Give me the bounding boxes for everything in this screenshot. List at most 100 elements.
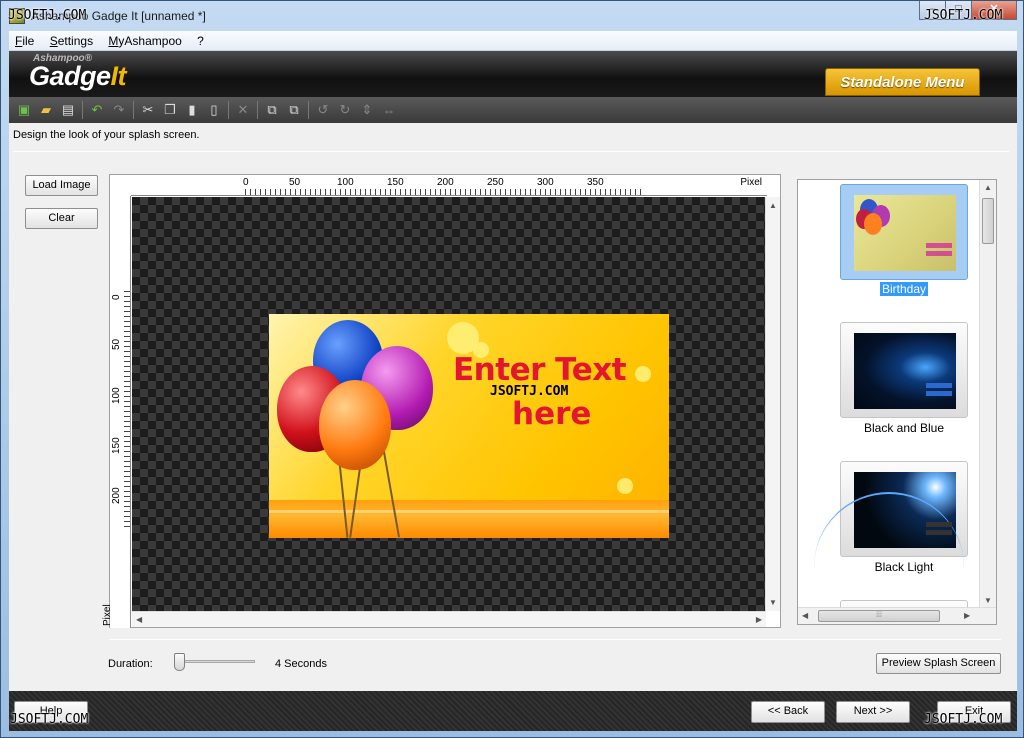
menu-myashampoo[interactable]: MyAshampoo	[102, 31, 187, 51]
scroll-right-icon[interactable]: ▶	[964, 611, 970, 620]
divider	[13, 151, 1009, 152]
menu-help[interactable]: ?	[191, 31, 210, 51]
scrollbar-thumb[interactable]	[982, 198, 994, 244]
template-thumbnail	[814, 472, 964, 548]
balloon-orange	[319, 380, 391, 470]
title-bar[interactable]: Ashampoo Gadge It [unnamed *] – □ ✕	[1, 1, 1023, 31]
splash-image[interactable]: Enter Text JSOFTJ.COM here	[269, 314, 669, 538]
save-icon[interactable]: ▤	[59, 101, 77, 119]
flip-horizontal-icon[interactable]: ⇔	[380, 101, 398, 119]
watermark-text: JSOFTJ.COM	[8, 8, 87, 23]
undo-icon[interactable]: ↶	[88, 101, 106, 119]
template-black-and-blue[interactable]	[840, 322, 968, 418]
template-label[interactable]: Black and Blue	[798, 421, 996, 435]
copy-icon[interactable]: ❐	[161, 101, 179, 119]
redo-icon[interactable]: ↷	[110, 101, 128, 119]
scroll-left-icon[interactable]: ◀	[802, 611, 808, 620]
bring-front-icon[interactable]: ⧉	[263, 101, 281, 119]
load-image-button[interactable]: Load Image	[25, 175, 98, 196]
template-label[interactable]: Birthday	[798, 282, 996, 296]
ruler-tick-label: 0	[111, 294, 122, 300]
scroll-down-icon[interactable]: ▼	[769, 598, 777, 607]
send-back-icon[interactable]: ⧉	[285, 101, 303, 119]
toolbar-separator	[228, 101, 229, 119]
template-vertical-scrollbar[interactable]: ▲ ▼	[979, 180, 996, 608]
footer-bar: Help << Back Next >> Exit	[9, 691, 1017, 731]
ruler-tick-label: 150	[387, 177, 404, 188]
splash-ribbon	[269, 500, 669, 538]
ruler-tick-label: 100	[111, 387, 122, 404]
template-thumbnail	[854, 333, 956, 409]
ruler-tick-label: 50	[111, 338, 122, 350]
duration-slider-track[interactable]	[175, 660, 255, 663]
ruler-tick-label: 150	[111, 437, 122, 454]
scroll-up-icon[interactable]: ▲	[769, 201, 777, 210]
template-list: Birthday Black and Blue Black Light ▲ ▼ …	[797, 179, 997, 625]
scroll-down-icon[interactable]: ▼	[984, 596, 992, 605]
bokeh-light	[635, 366, 651, 382]
duplicate-icon[interactable]: ▯	[205, 101, 223, 119]
ruler-tick-label: 50	[289, 177, 301, 188]
app-content: Ashampoo® GadgeIt Standalone Menu ▣ ▰ ▤ …	[9, 51, 1017, 731]
watermark-text: JSOFTJ.COM	[924, 8, 1003, 23]
ruler-horizontal: 0 50 100 150 200 250 300 350 Pixel	[131, 175, 767, 196]
toolbar: ▣ ▰ ▤ ↶ ↷ ✂ ❐ ▮ ▯ ✕ ⧉ ⧉ ↺ ↻ ⇕ ⇔	[9, 97, 1017, 123]
ruler-tick-label: 200	[437, 177, 454, 188]
splash-text-line2[interactable]: here	[512, 396, 591, 432]
divider	[109, 639, 1001, 640]
next-button[interactable]: Next >>	[836, 701, 910, 723]
paste-icon[interactable]: ▮	[183, 101, 201, 119]
template-horizontal-scrollbar[interactable]: ◀ ⁞⁞⁞ ▶	[798, 607, 996, 624]
scroll-left-icon[interactable]: ◀	[136, 615, 142, 624]
splash-text-line1[interactable]: Enter Text	[453, 352, 627, 388]
new-icon[interactable]: ▣	[15, 101, 33, 119]
scroll-right-icon[interactable]: ▶	[756, 615, 762, 624]
step-description: Design the look of your splash screen.	[13, 129, 200, 141]
toolbar-separator	[257, 101, 258, 119]
ruler-unit-label: Pixel	[740, 177, 762, 188]
scrollbar-thumb[interactable]: ⁞⁞⁞	[818, 610, 940, 622]
clear-button[interactable]: Clear	[25, 208, 98, 229]
toolbar-separator	[308, 101, 309, 119]
ruler-tick-label: 350	[587, 177, 604, 188]
rotate-right-icon[interactable]: ↻	[336, 101, 354, 119]
delete-icon[interactable]: ✕	[234, 101, 252, 119]
template-thumbnail	[854, 195, 956, 271]
duration-slider-thumb[interactable]	[174, 653, 185, 671]
bokeh-light	[617, 478, 633, 494]
open-icon[interactable]: ▰	[37, 101, 55, 119]
ruler-tick-label: 0	[243, 177, 249, 188]
ruler-tick-label: 300	[537, 177, 554, 188]
ruler-unit-label: Pixel	[102, 604, 113, 626]
back-button[interactable]: << Back	[751, 701, 825, 723]
ruler-ticks	[124, 291, 130, 531]
preview-splash-screen-button[interactable]: Preview Splash Screen	[876, 653, 1001, 674]
canvas-panel: 0 50 100 150 200 250 300 350 Pixel 0 50 …	[102, 174, 781, 628]
canvas-horizontal-scrollbar[interactable]: ◀ ▶	[132, 611, 766, 627]
template-birthday[interactable]	[840, 184, 968, 280]
flip-vertical-icon[interactable]: ⇕	[358, 101, 376, 119]
template-label[interactable]: Black Light	[798, 560, 996, 574]
design-canvas[interactable]: Enter Text JSOFTJ.COM here	[132, 197, 766, 611]
watermark-text: JSOFTJ.COM	[10, 712, 89, 727]
duration-label: Duration:	[108, 658, 153, 670]
toolbar-separator	[82, 101, 83, 119]
ruler-tick-label: 100	[337, 177, 354, 188]
standalone-menu-tab[interactable]: Standalone Menu	[825, 68, 980, 96]
ruler-ticks	[245, 189, 645, 195]
scroll-up-icon[interactable]: ▲	[984, 183, 992, 192]
cut-icon[interactable]: ✂	[139, 101, 157, 119]
ruler-vertical: 0 50 100 150 200 Pixel	[102, 196, 131, 628]
app-header: Ashampoo® GadgeIt Standalone Menu	[9, 51, 1017, 97]
app-window: Ashampoo Gadge It [unnamed *] – □ ✕ File…	[0, 0, 1024, 738]
menu-file[interactable]: File	[9, 31, 40, 51]
ruler-tick-label: 250	[487, 177, 504, 188]
canvas-vertical-scrollbar[interactable]: ▲ ▼	[765, 197, 780, 611]
menu-bar: File Settings MyAshampoo ?	[9, 31, 1017, 51]
toolbar-separator	[133, 101, 134, 119]
duration-value: 4 Seconds	[275, 658, 327, 670]
template-black-light[interactable]	[814, 461, 968, 557]
splash-ribbon-line	[269, 510, 669, 513]
rotate-left-icon[interactable]: ↺	[314, 101, 332, 119]
menu-settings[interactable]: Settings	[44, 31, 99, 51]
